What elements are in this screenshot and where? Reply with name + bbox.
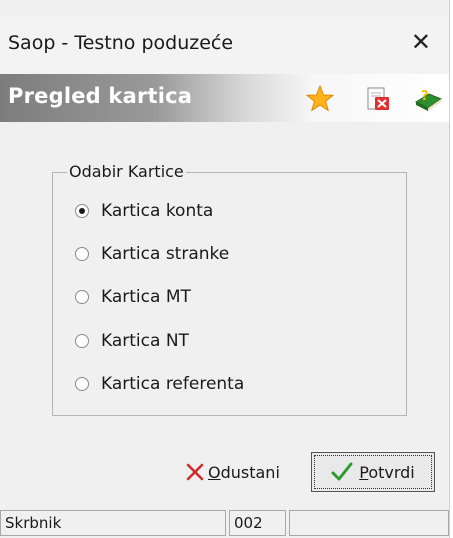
option-label: Kartica MT bbox=[101, 287, 191, 307]
confirm-button[interactable]: Potvrdi bbox=[311, 452, 435, 492]
help-book-icon[interactable]: ? bbox=[413, 84, 443, 114]
close-document-icon[interactable] bbox=[363, 84, 393, 114]
checkmark-icon bbox=[331, 462, 353, 481]
cancel-button[interactable]: Odustani bbox=[186, 452, 280, 492]
status-extra bbox=[289, 510, 449, 536]
confirm-button-label: Potvrdi bbox=[359, 462, 415, 482]
title-bar: Saop - Testno poduzeće ✕ bbox=[0, 16, 449, 74]
window-title: Saop - Testno poduzeće bbox=[8, 32, 234, 54]
option-label: Kartica NT bbox=[101, 331, 189, 351]
star-icon[interactable] bbox=[305, 84, 335, 114]
dialog-window: Saop - Testno poduzeće ✕ Pregled kartica… bbox=[0, 0, 450, 538]
status-bar: Skrbnik 002 bbox=[0, 508, 449, 538]
option-kartica-referenta[interactable]: Kartica referenta bbox=[75, 372, 244, 396]
radio-button[interactable] bbox=[75, 334, 89, 348]
radio-button[interactable] bbox=[75, 377, 89, 391]
group-legend: Odabir Kartice bbox=[67, 162, 186, 181]
option-label: Kartica referenta bbox=[101, 374, 245, 394]
card-selection-group: Odabir Kartice Kartica konta Kartica str… bbox=[52, 162, 407, 416]
radio-selected-dot bbox=[79, 208, 85, 214]
option-kartica-konta[interactable]: Kartica konta bbox=[75, 199, 213, 223]
radio-button[interactable] bbox=[75, 204, 89, 218]
status-code: 002 bbox=[229, 510, 286, 536]
cancel-button-label: Odustani bbox=[208, 462, 280, 482]
option-kartica-mt[interactable]: Kartica MT bbox=[75, 285, 191, 309]
option-label: Kartica konta bbox=[101, 201, 214, 221]
option-label: Kartica stranke bbox=[101, 244, 230, 264]
page-title: Pregled kartica bbox=[8, 84, 193, 108]
radio-button[interactable] bbox=[75, 247, 89, 261]
svg-text:?: ? bbox=[421, 89, 429, 104]
radio-button[interactable] bbox=[75, 290, 89, 304]
status-user: Skrbnik bbox=[0, 510, 226, 536]
cancel-x-icon bbox=[186, 463, 204, 481]
option-kartica-stranke[interactable]: Kartica stranke bbox=[75, 242, 229, 266]
page-header: Pregled kartica ? bbox=[0, 74, 449, 122]
option-kartica-nt[interactable]: Kartica NT bbox=[75, 329, 189, 353]
close-button[interactable]: ✕ bbox=[411, 28, 431, 56]
